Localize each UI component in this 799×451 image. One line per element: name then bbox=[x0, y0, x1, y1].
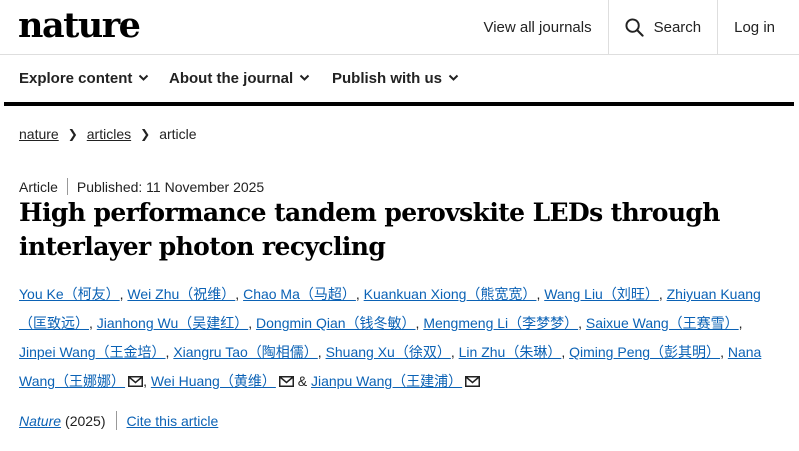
citation-line: Nature (2025) Cite this article bbox=[19, 411, 218, 430]
mail-icon[interactable] bbox=[465, 376, 481, 387]
about-journal-menu[interactable]: About the journal bbox=[169, 54, 310, 102]
journal-link[interactable]: Nature bbox=[19, 413, 61, 429]
view-all-journals-link[interactable]: View all journals bbox=[467, 0, 607, 54]
author-link[interactable]: Lin Zhu（朱琳） bbox=[459, 344, 562, 360]
author-link[interactable]: Chao Ma（马超） bbox=[243, 286, 356, 302]
about-journal-label: About the journal bbox=[169, 69, 294, 87]
author-link[interactable]: Dongmin Qian（钱冬敏） bbox=[256, 315, 416, 331]
article-title: High performance tandem perovskite LEDs … bbox=[19, 198, 720, 261]
author-link[interactable]: Jianhong Wu（吴建红） bbox=[97, 315, 248, 331]
nature-logo[interactable]: nature bbox=[18, 4, 141, 48]
site-header: nature View all journals Search Log in bbox=[0, 0, 799, 55]
login-link[interactable]: Log in bbox=[718, 0, 799, 54]
article-type: Article bbox=[19, 178, 58, 195]
author-link[interactable]: Wei Zhu（祝维） bbox=[127, 286, 235, 302]
chevron-right-icon: ❯ bbox=[140, 127, 151, 141]
search-label: Search bbox=[653, 18, 702, 36]
mail-icon[interactable] bbox=[128, 376, 144, 387]
chevron-down-icon bbox=[448, 74, 459, 81]
publish-with-us-menu[interactable]: Publish with us bbox=[332, 54, 459, 102]
author-list: You Ke（柯友）, Wei Zhu（祝维）, Chao Ma（马超）, Ku… bbox=[19, 286, 762, 389]
publish-with-us-label: Publish with us bbox=[332, 69, 443, 87]
author-link[interactable]: Jinpei Wang（王金培） bbox=[19, 344, 166, 360]
breadcrumb-nature[interactable]: nature bbox=[19, 126, 59, 142]
author-link[interactable]: Wang Liu（刘旺） bbox=[544, 286, 659, 302]
author-link[interactable]: Wei Huang（黄维） bbox=[151, 373, 276, 389]
article-meta: Article Published: 11 November 2025 bbox=[19, 178, 264, 195]
author-link[interactable]: Saixue Wang（王赛雪） bbox=[586, 315, 739, 331]
breadcrumb-articles[interactable]: articles bbox=[87, 126, 131, 142]
author-link[interactable]: Qiming Peng（彭其明） bbox=[569, 344, 720, 360]
main-nav: Explore content About the journal Publis… bbox=[0, 54, 799, 102]
chevron-down-icon bbox=[139, 74, 149, 81]
chevron-down-icon bbox=[299, 74, 310, 81]
divider bbox=[115, 411, 117, 430]
breadcrumb: nature ❯ articles ❯ article bbox=[19, 126, 197, 142]
mail-icon[interactable] bbox=[278, 376, 294, 387]
search-button[interactable]: Search bbox=[609, 0, 718, 54]
header-nav: View all journals Search Log in bbox=[467, 0, 799, 54]
author-link[interactable]: Xiangru Tao（陶相儒） bbox=[173, 344, 317, 360]
author-link[interactable]: Shuang Xu（徐双） bbox=[326, 344, 451, 360]
author-link[interactable]: Kuankuan Xiong（熊宽宽） bbox=[364, 286, 537, 302]
cite-article-link[interactable]: Cite this article bbox=[127, 413, 219, 429]
ampersand: & bbox=[297, 373, 308, 389]
author-link[interactable]: You Ke（柯友） bbox=[19, 286, 120, 302]
breadcrumb-current: article bbox=[159, 126, 197, 142]
publication-year: (2025) bbox=[65, 412, 106, 429]
author-link[interactable]: Jianpu Wang（王建浦） bbox=[311, 373, 462, 389]
explore-content-menu[interactable]: Explore content bbox=[19, 54, 149, 102]
header-rule bbox=[4, 102, 794, 106]
search-icon bbox=[625, 17, 644, 37]
author-link[interactable]: Mengmeng Li（李梦梦） bbox=[423, 315, 578, 331]
divider bbox=[66, 178, 68, 195]
published-date: Published: 11 November 2025 bbox=[76, 178, 265, 195]
chevron-right-icon: ❯ bbox=[67, 127, 78, 141]
explore-content-label: Explore content bbox=[19, 69, 133, 87]
